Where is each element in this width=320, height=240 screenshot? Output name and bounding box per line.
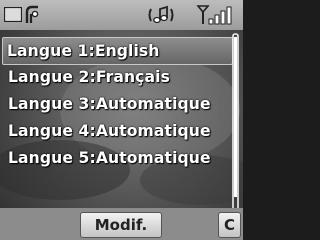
list-item-langue-5[interactable]: Langue 5:Automatique [4,145,231,171]
ringer-music-note-icon [148,5,174,25]
scrollbar[interactable] [231,33,240,216]
list-item-langue-2[interactable]: Langue 2:Français [4,64,231,90]
message-envelope-icon [4,7,22,22]
clear-button[interactable]: C [218,212,241,238]
signal-strength-bars-icon [196,4,240,26]
list-item-langue-1[interactable]: Langue 1:English [2,37,233,65]
phone-screen: Langue 1:English Langue 2:Français Langu… [0,0,243,240]
status-bar [0,0,243,30]
list-item-langue-3[interactable]: Langue 3:Automatique [4,91,231,117]
modify-button[interactable]: Modif. [80,212,162,238]
signal-antenna-icon [24,5,40,25]
softkey-bar: Modif. C [0,208,243,240]
list-item-langue-4[interactable]: Langue 4:Automatique [4,118,231,144]
